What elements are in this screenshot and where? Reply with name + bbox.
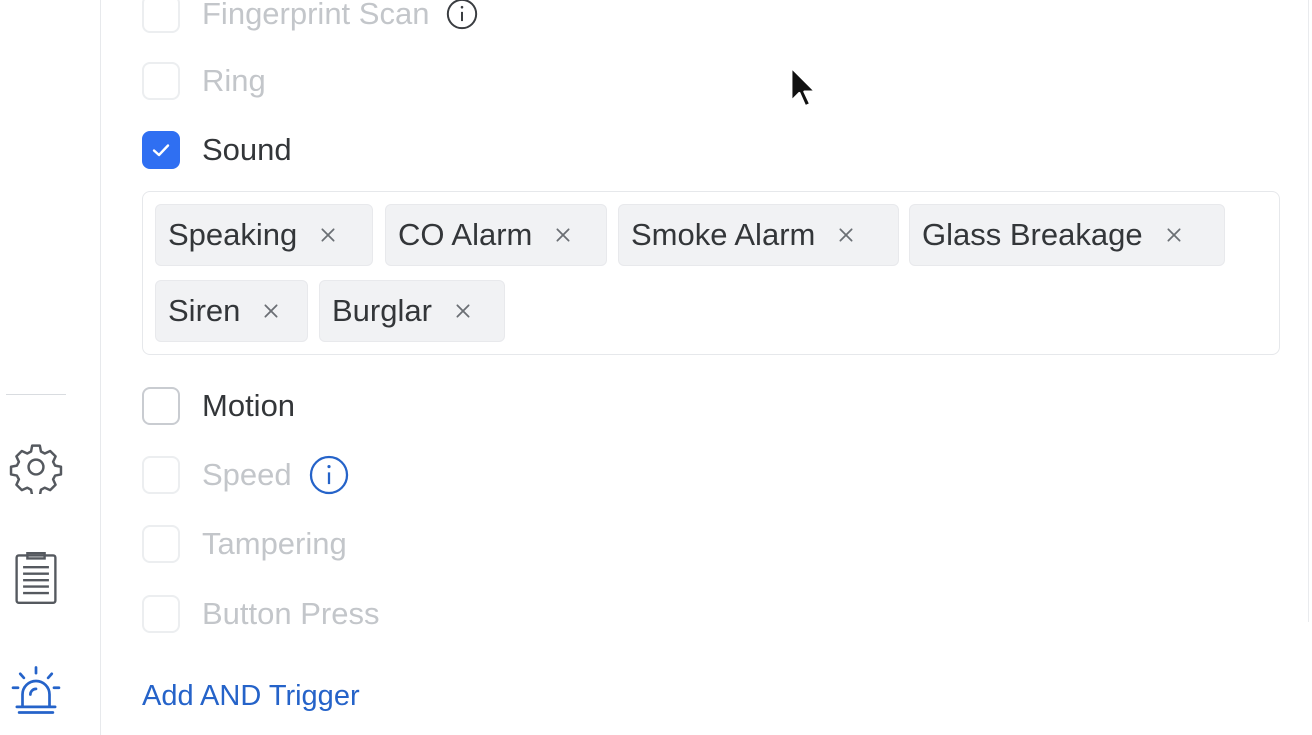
motion-label: Motion xyxy=(202,388,296,423)
remove-tag-icon[interactable] xyxy=(837,226,855,244)
trigger-settings-page: Fingerprint Scan Ring Sound Speaking CO … xyxy=(0,0,1312,735)
speed-label: Speed xyxy=(202,457,292,492)
sidebar-divider xyxy=(6,394,66,395)
tag-label: Speaking xyxy=(168,217,298,252)
tag-label: Glass Breakage xyxy=(922,217,1143,252)
info-circle-icon[interactable] xyxy=(445,0,479,31)
alarm-siren-icon[interactable] xyxy=(8,662,64,718)
tag-chip-burglar: Burglar xyxy=(319,280,505,342)
remove-tag-icon[interactable] xyxy=(1165,226,1183,244)
gear-icon[interactable] xyxy=(8,439,64,495)
panel-edge xyxy=(1308,0,1309,622)
sound-types-multiselect[interactable]: Speaking CO Alarm Smoke Alarm Glass Brea… xyxy=(142,191,1280,355)
tag-chip-glass-breakage: Glass Breakage xyxy=(909,204,1225,266)
tag-chip-co-alarm: CO Alarm xyxy=(385,204,607,266)
speed-checkbox[interactable] xyxy=(142,456,180,494)
button-press-checkbox[interactable] xyxy=(142,595,180,633)
sound-checkbox[interactable] xyxy=(142,131,180,169)
remove-tag-icon[interactable] xyxy=(554,226,572,244)
info-circle-icon[interactable] xyxy=(308,454,350,496)
add-and-trigger-link[interactable]: Add AND Trigger xyxy=(142,680,360,713)
button-press-label: Button Press xyxy=(202,596,380,631)
remove-tag-icon[interactable] xyxy=(319,226,337,244)
checkmark-icon xyxy=(152,144,170,157)
remove-tag-icon[interactable] xyxy=(454,302,472,320)
tampering-label: Tampering xyxy=(202,526,347,561)
fingerprint-scan-checkbox[interactable] xyxy=(142,0,180,33)
ring-label: Ring xyxy=(202,63,266,98)
option-tampering[interactable]: Tampering xyxy=(142,524,347,564)
tag-chip-speaking: Speaking xyxy=(155,204,373,266)
sound-label: Sound xyxy=(202,132,292,167)
option-motion[interactable]: Motion xyxy=(142,386,295,426)
fingerprint-scan-label: Fingerprint Scan xyxy=(202,0,430,31)
tag-label: Smoke Alarm xyxy=(631,217,816,252)
option-button-press[interactable]: Button Press xyxy=(142,594,379,634)
tag-chip-siren: Siren xyxy=(155,280,308,342)
option-speed[interactable]: Speed xyxy=(142,455,350,495)
tag-label: CO Alarm xyxy=(398,217,533,252)
clipboard-list-icon[interactable] xyxy=(8,550,64,606)
option-ring[interactable]: Ring xyxy=(142,61,266,101)
tag-chip-smoke-alarm: Smoke Alarm xyxy=(618,204,899,266)
motion-checkbox[interactable] xyxy=(142,387,180,425)
left-sidebar xyxy=(0,0,101,735)
ring-checkbox[interactable] xyxy=(142,62,180,100)
tampering-checkbox[interactable] xyxy=(142,525,180,563)
remove-tag-icon[interactable] xyxy=(262,302,280,320)
tag-label: Siren xyxy=(168,293,241,328)
mouse-cursor-icon xyxy=(788,66,818,115)
tag-label: Burglar xyxy=(332,293,432,328)
option-fingerprint-scan[interactable]: Fingerprint Scan xyxy=(142,0,479,34)
option-sound[interactable]: Sound xyxy=(142,130,292,170)
